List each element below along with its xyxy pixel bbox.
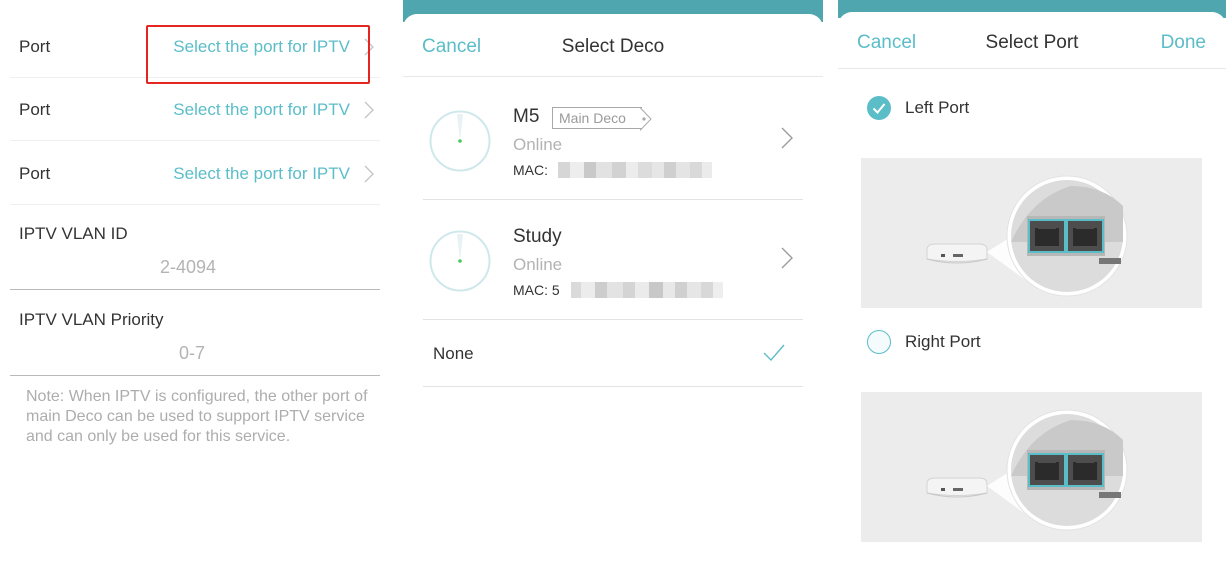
deco-mac: MAC: 5 [513, 282, 560, 298]
done-button[interactable]: Done [1161, 32, 1206, 54]
header-divider [838, 68, 1226, 69]
checkmark-icon [763, 344, 785, 362]
chevron-right-icon [364, 101, 374, 119]
redacted-mac [558, 162, 712, 178]
left-port-illustration [861, 158, 1202, 308]
checkmark-icon [872, 103, 886, 114]
sheet-title: Select Deco [561, 36, 665, 57]
vlan-id-label: IPTV VLAN ID [19, 224, 128, 243]
right-port-radio[interactable] [867, 330, 891, 354]
vlan-id-underline [10, 289, 380, 290]
iptv-settings-panel: Port Select the port for IPTV Port Selec… [0, 0, 390, 567]
vlan-id-input[interactable]: 2-4094 [160, 257, 216, 278]
deco-name: Study [513, 226, 562, 247]
port-select-value[interactable]: Select the port for IPTV [173, 142, 350, 205]
deco-ports-illustration [926, 409, 1128, 531]
port-label: Port [19, 100, 51, 119]
deco-ports-illustration [926, 175, 1128, 297]
port-select-value[interactable]: Select the port for IPTV [173, 78, 350, 141]
iptv-note: Note: When IPTV is configured, the other… [26, 388, 368, 445]
port-label: Port [19, 164, 51, 183]
none-label: None [433, 344, 474, 363]
left-port-radio[interactable] [867, 96, 891, 120]
deco-option-none[interactable]: None [423, 320, 803, 387]
right-port-illustration [861, 392, 1202, 542]
port-row-3[interactable]: Port Select the port for IPTV [10, 142, 380, 205]
redacted-mac [571, 282, 723, 298]
right-port-label[interactable]: Right Port [905, 332, 981, 352]
chevron-right-icon [364, 165, 374, 183]
port-row-2[interactable]: Port Select the port for IPTV [10, 78, 380, 141]
deco-device-icon [429, 110, 491, 172]
main-deco-badge: Main Deco [552, 107, 652, 131]
port-label: Port [19, 37, 51, 56]
select-deco-panel: Cancel Select Deco M5 Main Deco Online M… [403, 0, 823, 567]
vlan-priority-input[interactable]: 0-7 [179, 343, 205, 364]
vlan-priority-label: IPTV VLAN Priority [19, 310, 164, 329]
deco-status: Online [513, 135, 563, 154]
deco-item-study[interactable]: Study Online MAC: 5 [423, 200, 803, 320]
vlan-priority-underline [10, 375, 380, 376]
chevron-right-icon [781, 127, 793, 149]
deco-status: Online [513, 255, 563, 274]
left-port-label[interactable]: Left Port [905, 98, 969, 118]
deco-item-m5[interactable]: M5 Main Deco Online MAC: [423, 80, 803, 200]
deco-device-icon [429, 230, 491, 292]
header-divider [403, 76, 823, 77]
chevron-right-icon [781, 247, 793, 269]
deco-name: M5 [513, 106, 540, 127]
select-port-panel: Cancel Select Port Done Left Port Right … [838, 0, 1226, 567]
highlight-box [146, 25, 370, 84]
deco-mac: MAC: [513, 162, 548, 178]
